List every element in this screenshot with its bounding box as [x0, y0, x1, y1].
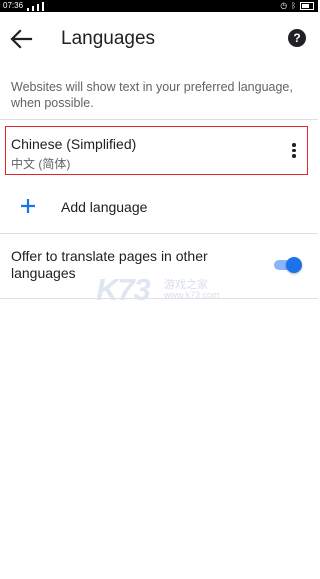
add-language-label: Add language — [61, 199, 148, 215]
language-native-name: 中文 (简体) — [11, 157, 71, 171]
status-time: 07:36 — [3, 1, 24, 10]
language-name: Chinese (Simplified) — [11, 136, 137, 152]
watermark-url: www.k73.com — [164, 290, 220, 300]
more-vert-icon[interactable] — [291, 143, 297, 159]
signal-icon — [27, 1, 44, 11]
site-watermark: K73 游戏之家 www.k73.com — [96, 272, 236, 308]
app-bar: Languages ? — [0, 12, 318, 68]
watermark-logo: K73 — [96, 272, 151, 307]
page-title: Languages — [61, 28, 156, 49]
status-bar: 07:36 ◷ ᛒ — [0, 0, 318, 12]
battery-icon — [300, 2, 314, 10]
divider — [0, 119, 318, 120]
alarm-icon: ◷ — [280, 1, 288, 10]
add-language-button[interactable]: Add language — [0, 188, 318, 228]
help-icon[interactable]: ? — [288, 29, 306, 47]
arrow-back-icon[interactable] — [9, 29, 33, 49]
divider — [0, 233, 318, 234]
language-item-chinese-simplified[interactable]: Chinese (Simplified) 中文 (简体) — [5, 126, 308, 175]
translate-offer-toggle[interactable] — [272, 257, 302, 273]
page-description: Websites will show text in your preferre… — [11, 80, 293, 110]
bluetooth-icon: ᛒ — [291, 1, 296, 10]
plus-icon — [21, 199, 35, 213]
